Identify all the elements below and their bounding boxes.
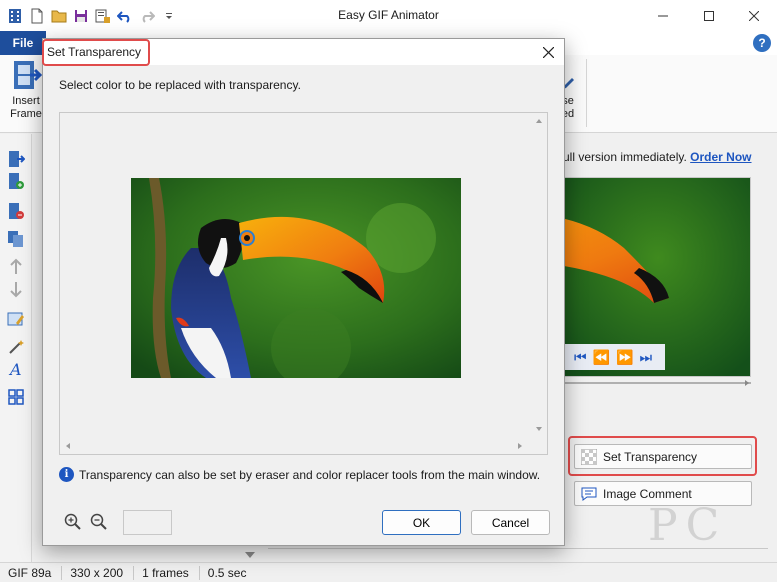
close-icon [542,46,554,58]
file-tab[interactable]: File [0,31,46,55]
magic-wand-icon[interactable] [7,338,25,356]
canvas-horizontal-scrollbar[interactable] [60,438,532,454]
move-up-icon[interactable] [7,258,25,276]
status-size: 330 x 200 [62,565,135,580]
dialog-close-button[interactable] [536,40,560,64]
dialog-prompt: Select color to be replaced with transpa… [59,78,301,92]
add-frame-icon[interactable] [7,172,25,190]
status-frames: 1 frames [134,565,200,580]
ribbon-separator [586,59,587,127]
left-toolbar: A [0,134,32,562]
status-format: GIF 89a [0,565,63,580]
last-frame-button[interactable]: ⏭ [639,349,652,366]
banner-text: ull version immediately. [563,150,687,164]
info-icon: i [59,467,74,482]
maximize-button[interactable] [686,0,732,31]
zoom-level-field[interactable] [123,510,172,535]
transparency-icon [581,448,597,465]
first-frame-button[interactable]: ⏮ [574,349,587,366]
zoom-in-icon [64,513,81,530]
cancel-button[interactable]: Cancel [471,510,550,535]
status-duration: 0.5 sec [207,565,247,580]
help-button[interactable]: ? [753,34,771,52]
set-transparency-label: Set Transparency [603,449,698,464]
close-window-button[interactable] [731,0,777,31]
insert-frame-tool-icon[interactable] [7,150,26,168]
set-transparency-dialog: Set Transparency Select color to be repl… [42,38,565,546]
zoom-out-button[interactable] [89,512,109,532]
insert-frame-label-1: Insert [12,95,40,107]
minimize-button[interactable] [640,0,686,31]
edit-image-icon[interactable] [7,310,25,328]
move-down-icon[interactable] [7,280,25,298]
zoom-out-icon [90,513,107,530]
text-tool-icon[interactable]: A [7,360,25,379]
comment-icon [581,487,597,501]
grid-view-icon[interactable] [7,388,25,406]
set-transparency-button[interactable]: Set Transparency [574,444,752,469]
info-note: i Transparency can also be set by eraser… [59,467,540,482]
insert-frame-label-2: Frame [10,108,42,120]
status-bar: GIF 89a 330 x 200 1 frames 0.5 sec [0,562,777,582]
toucan-image[interactable] [131,178,461,378]
delete-frame-icon[interactable] [7,202,25,220]
color-pick-canvas[interactable] [59,112,548,455]
zoom-in-button[interactable] [63,512,83,532]
playback-controls: ⏮ ⏪ ⏩ ⏭ [561,344,665,370]
ok-button[interactable]: OK [382,510,461,535]
order-now-link[interactable]: Order Now [690,150,751,164]
previous-frame-button[interactable]: ⏪ [593,349,610,366]
insert-frame-icon [14,61,43,89]
order-banner: ull version immediately. Order Now [563,150,752,164]
insert-frame-button[interactable]: Insert Frame [6,59,46,121]
title-bar: Easy GIF Animator [0,0,777,31]
panel-collapse-arrow-icon[interactable] [244,549,256,559]
watermark: PC [648,500,728,551]
toucan-image-graphic [131,178,461,378]
duplicate-frame-icon[interactable] [7,230,25,248]
info-text: Transparency can also be set by eraser a… [79,467,541,482]
highlight-dialog-title [42,39,150,66]
image-comment-label: Image Comment [603,486,692,501]
svg-text:A: A [8,360,22,378]
next-frame-button[interactable]: ⏩ [616,349,633,366]
preview-scrollbar[interactable] [563,377,751,389]
canvas-vertical-scrollbar[interactable] [531,113,547,438]
